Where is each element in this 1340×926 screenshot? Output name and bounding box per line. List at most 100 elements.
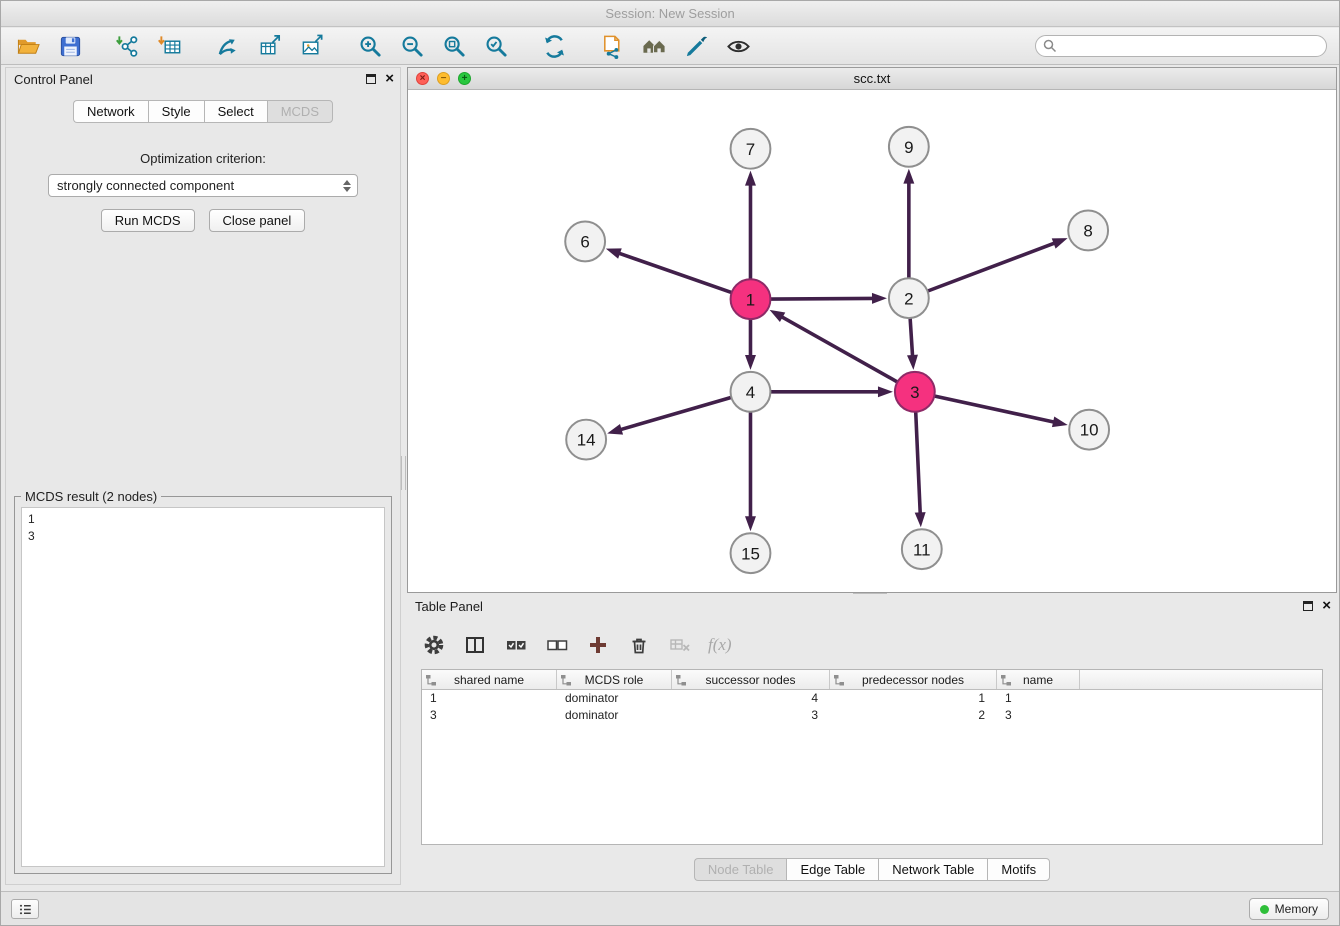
tab-edge-table[interactable]: Edge Table bbox=[786, 858, 878, 881]
column-header-label: name bbox=[1023, 673, 1053, 687]
svg-text:15: 15 bbox=[741, 544, 760, 563]
tab-node-table[interactable]: Node Table bbox=[694, 858, 787, 881]
tab-network[interactable]: Network bbox=[73, 100, 148, 123]
network-edge-1-4[interactable] bbox=[745, 319, 756, 370]
network-edge-4-15[interactable] bbox=[745, 412, 756, 532]
float-table-panel-icon[interactable] bbox=[1303, 601, 1313, 611]
column-header-name[interactable]: name bbox=[997, 670, 1080, 689]
delete-table-button bbox=[667, 632, 693, 658]
export-image-button[interactable] bbox=[297, 32, 327, 60]
network-node-10[interactable]: 10 bbox=[1069, 410, 1109, 450]
tab-motifs[interactable]: Motifs bbox=[987, 858, 1050, 881]
copy-network-button[interactable] bbox=[597, 32, 627, 60]
toggle-graphics-details-button[interactable] bbox=[723, 32, 753, 60]
zoom-selected-button[interactable] bbox=[481, 32, 511, 60]
import-table-button[interactable] bbox=[155, 32, 185, 60]
network-node-3[interactable]: 3 bbox=[895, 372, 935, 412]
memory-button[interactable]: Memory bbox=[1249, 898, 1329, 920]
open-app-gallery-icon bbox=[642, 34, 667, 59]
table-cell: dominator bbox=[557, 690, 672, 707]
export-table-icon bbox=[258, 34, 283, 59]
table-row[interactable]: 1dominator411 bbox=[422, 690, 1322, 707]
panel-menu-button[interactable] bbox=[11, 899, 39, 919]
delete-columns-button[interactable] bbox=[626, 632, 652, 658]
import-network-button[interactable] bbox=[113, 32, 143, 60]
tab-network-table[interactable]: Network Table bbox=[878, 858, 987, 881]
apply-style-button[interactable] bbox=[681, 32, 711, 60]
zoom-in-icon bbox=[358, 34, 383, 59]
network-edge-3-11[interactable] bbox=[915, 412, 926, 528]
zoom-fit-button[interactable] bbox=[439, 32, 469, 60]
network-node-7[interactable]: 7 bbox=[731, 129, 771, 169]
svg-text:8: 8 bbox=[1083, 222, 1092, 241]
window-minimize-icon[interactable]: − bbox=[437, 72, 450, 85]
network-node-1[interactable]: 1 bbox=[731, 279, 771, 319]
window-close-icon[interactable]: × bbox=[416, 72, 429, 85]
split-panel-button[interactable] bbox=[462, 632, 488, 658]
network-node-9[interactable]: 9 bbox=[889, 127, 929, 167]
tab-mcds[interactable]: MCDS bbox=[267, 100, 333, 123]
column-type-icon bbox=[425, 674, 437, 686]
network-node-2[interactable]: 2 bbox=[889, 278, 929, 318]
mcds-result-list[interactable]: 13 bbox=[21, 507, 385, 867]
network-edge-1-2[interactable] bbox=[770, 293, 887, 304]
toggle-graphics-details-icon bbox=[726, 34, 751, 59]
column-header-label: MCDS role bbox=[585, 673, 644, 687]
open-session-button[interactable] bbox=[13, 32, 43, 60]
network-edge-2-8[interactable] bbox=[927, 238, 1067, 291]
network-node-4[interactable]: 4 bbox=[731, 372, 771, 412]
zoom-in-button[interactable] bbox=[355, 32, 385, 60]
export-network-button[interactable] bbox=[213, 32, 243, 60]
network-node-15[interactable]: 15 bbox=[731, 533, 771, 573]
vertical-splitter-grip[interactable] bbox=[401, 456, 406, 490]
refresh-view-button[interactable] bbox=[539, 32, 569, 60]
close-panel-button[interactable]: Close panel bbox=[209, 209, 306, 232]
select-all-rows-button[interactable] bbox=[503, 632, 529, 658]
svg-text:9: 9 bbox=[904, 138, 913, 157]
column-header-shared-name[interactable]: shared name bbox=[422, 670, 557, 689]
zoom-out-button[interactable] bbox=[397, 32, 427, 60]
network-node-6[interactable]: 6 bbox=[565, 221, 605, 261]
window-zoom-icon[interactable]: + bbox=[458, 72, 471, 85]
network-edge-1-7[interactable] bbox=[745, 171, 756, 280]
column-header-label: predecessor nodes bbox=[862, 673, 964, 687]
network-edge-4-3[interactable] bbox=[770, 386, 893, 397]
deselect-all-rows-button[interactable] bbox=[544, 632, 570, 658]
close-panel-icon[interactable]: × bbox=[385, 72, 394, 86]
table-row[interactable]: 3dominator323 bbox=[422, 707, 1322, 724]
network-canvas[interactable]: 7 9 6 8 1 2 4 3 14 10 15 11 bbox=[408, 91, 1336, 592]
toolbar-group bbox=[113, 32, 185, 60]
import-network-icon bbox=[116, 34, 141, 59]
column-header-successor-nodes[interactable]: successor nodes bbox=[672, 670, 830, 689]
network-node-14[interactable]: 14 bbox=[566, 420, 606, 460]
float-panel-icon[interactable] bbox=[366, 74, 376, 84]
run-mcds-button[interactable]: Run MCDS bbox=[101, 209, 195, 232]
open-app-gallery-button[interactable] bbox=[639, 32, 669, 60]
optimization-criterion-label: Optimization criterion: bbox=[6, 151, 400, 166]
export-table-button[interactable] bbox=[255, 32, 285, 60]
network-node-11[interactable]: 11 bbox=[902, 529, 942, 569]
equation-builder-button[interactable]: f(x) bbox=[708, 635, 732, 655]
tab-style[interactable]: Style bbox=[148, 100, 204, 123]
criterion-select[interactable]: strongly connected component bbox=[48, 174, 358, 197]
column-header-MCDS-role[interactable]: MCDS role bbox=[557, 670, 672, 689]
save-session-button[interactable] bbox=[55, 32, 85, 60]
control-panel-tabs: NetworkStyleSelectMCDS bbox=[6, 100, 400, 123]
column-settings-button[interactable] bbox=[421, 632, 447, 658]
split-panel-icon bbox=[464, 634, 486, 656]
network-edge-2-3[interactable] bbox=[907, 318, 918, 370]
close-table-panel-icon[interactable]: × bbox=[1322, 599, 1331, 613]
network-edge-4-14[interactable] bbox=[607, 397, 731, 434]
svg-text:11: 11 bbox=[913, 540, 931, 559]
tab-select[interactable]: Select bbox=[204, 100, 267, 123]
network-edge-3-1[interactable] bbox=[770, 310, 898, 382]
search-input[interactable] bbox=[1035, 35, 1327, 57]
network-window: × − + scc.txt 7968124314101511 bbox=[407, 67, 1337, 593]
network-node-8[interactable]: 8 bbox=[1068, 211, 1108, 251]
network-edge-3-10[interactable] bbox=[934, 396, 1067, 427]
create-column-button[interactable] bbox=[585, 632, 611, 658]
network-edge-1-6[interactable] bbox=[606, 248, 732, 292]
zoom-selected-icon bbox=[484, 34, 509, 59]
column-header-predecessor-nodes[interactable]: predecessor nodes bbox=[830, 670, 997, 689]
network-edge-2-9[interactable] bbox=[903, 169, 914, 279]
